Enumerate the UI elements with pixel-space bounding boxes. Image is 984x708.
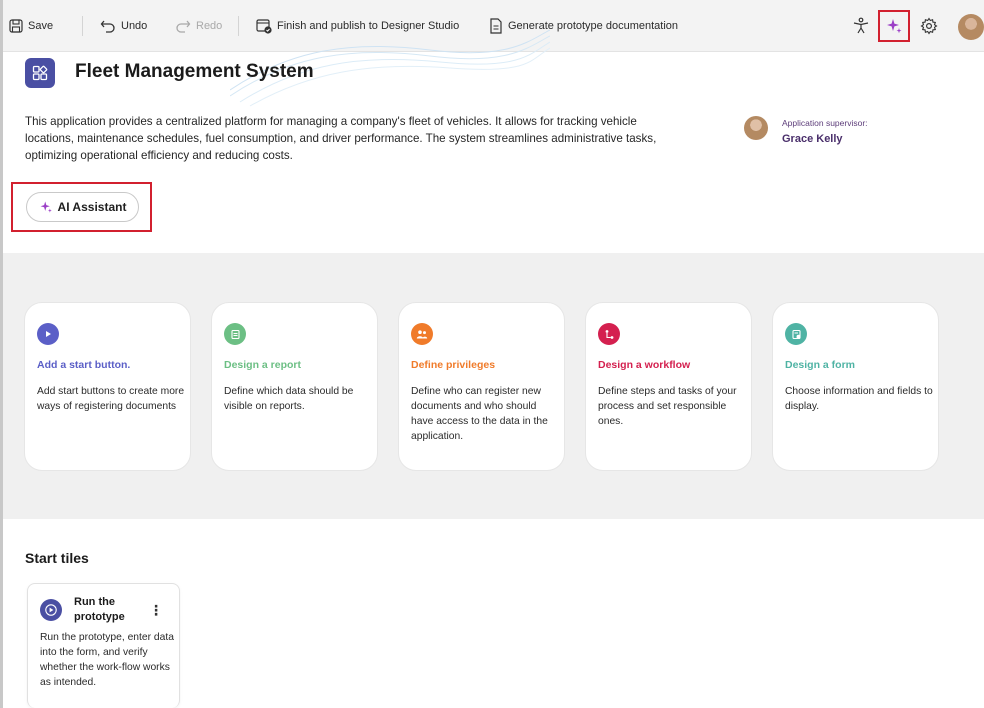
save-label: Save bbox=[28, 20, 54, 32]
start-tile-run-prototype[interactable]: Run the prototype ⋮ Run the prototype, e… bbox=[27, 583, 180, 708]
app-title: Fleet Management System bbox=[75, 61, 314, 82]
card-title: Define privileges bbox=[411, 359, 496, 371]
supervisor-name[interactable]: Grace Kelly bbox=[782, 133, 843, 145]
user-avatar[interactable] bbox=[958, 14, 984, 40]
ai-sparkle-button[interactable] bbox=[878, 10, 910, 42]
app-grid-icon bbox=[32, 65, 48, 81]
card-text: Add start buttons to create more ways of… bbox=[37, 386, 185, 412]
card-text: Define steps and tasks of your process a… bbox=[598, 386, 737, 427]
redo-icon bbox=[176, 20, 191, 33]
card-title: Design a workflow bbox=[598, 359, 691, 371]
redo-label: Redo bbox=[196, 20, 223, 32]
card-add-start-button[interactable]: Add a start button. Add start buttons to… bbox=[24, 302, 191, 471]
card-define-privileges[interactable]: Define privileges Define who can registe… bbox=[398, 302, 565, 471]
redo-button[interactable]: Redo bbox=[175, 0, 222, 52]
undo-icon bbox=[100, 20, 115, 33]
supervisor-label: Application supervisor: bbox=[782, 118, 868, 128]
ai-assistant-label: AI Assistant bbox=[57, 200, 127, 214]
card-text: Define which data should be visible on r… bbox=[224, 386, 354, 412]
tile-title: Run the prototype bbox=[74, 596, 125, 623]
card-design-report[interactable]: Design a report Define which data should… bbox=[211, 302, 378, 471]
report-icon bbox=[224, 323, 246, 345]
card-text: Choose information and fields to display… bbox=[785, 386, 933, 412]
supervisor-avatar bbox=[744, 116, 768, 140]
tile-text: Run the prototype, enter data into the f… bbox=[40, 632, 174, 688]
accessibility-icon bbox=[853, 17, 869, 34]
users-icon bbox=[411, 323, 433, 345]
card-text: Define who can register new documents an… bbox=[411, 386, 548, 442]
ai-assistant-highlight: AI Assistant bbox=[11, 182, 152, 232]
app-description: This application provides a centralized … bbox=[25, 115, 657, 162]
more-options-icon[interactable]: ⋮ bbox=[149, 600, 163, 620]
start-tiles-heading: Start tiles bbox=[25, 550, 89, 566]
undo-button[interactable]: Undo bbox=[100, 0, 147, 52]
play-icon bbox=[37, 323, 59, 345]
card-title: Design a form bbox=[785, 359, 856, 371]
workflow-icon bbox=[598, 323, 620, 345]
card-design-form[interactable]: Design a form Choose information and fie… bbox=[772, 302, 939, 471]
save-icon bbox=[9, 19, 23, 33]
gear-icon bbox=[920, 17, 938, 35]
sparkle-icon bbox=[887, 19, 902, 34]
card-title: Add a start button. bbox=[37, 359, 131, 371]
settings-button[interactable] bbox=[917, 14, 941, 38]
accessibility-button[interactable] bbox=[849, 14, 873, 38]
app-icon bbox=[25, 58, 55, 88]
undo-label: Undo bbox=[121, 20, 148, 32]
toolbar-divider bbox=[82, 16, 83, 36]
form-icon bbox=[785, 323, 807, 345]
ai-assistant-button[interactable]: AI Assistant bbox=[26, 192, 139, 222]
card-design-workflow[interactable]: Design a workflow Define steps and tasks… bbox=[585, 302, 752, 471]
sparkle-icon bbox=[40, 201, 52, 213]
save-button[interactable]: Save bbox=[9, 0, 53, 52]
play-circle-icon bbox=[40, 599, 62, 621]
card-title: Design a report bbox=[224, 359, 302, 371]
